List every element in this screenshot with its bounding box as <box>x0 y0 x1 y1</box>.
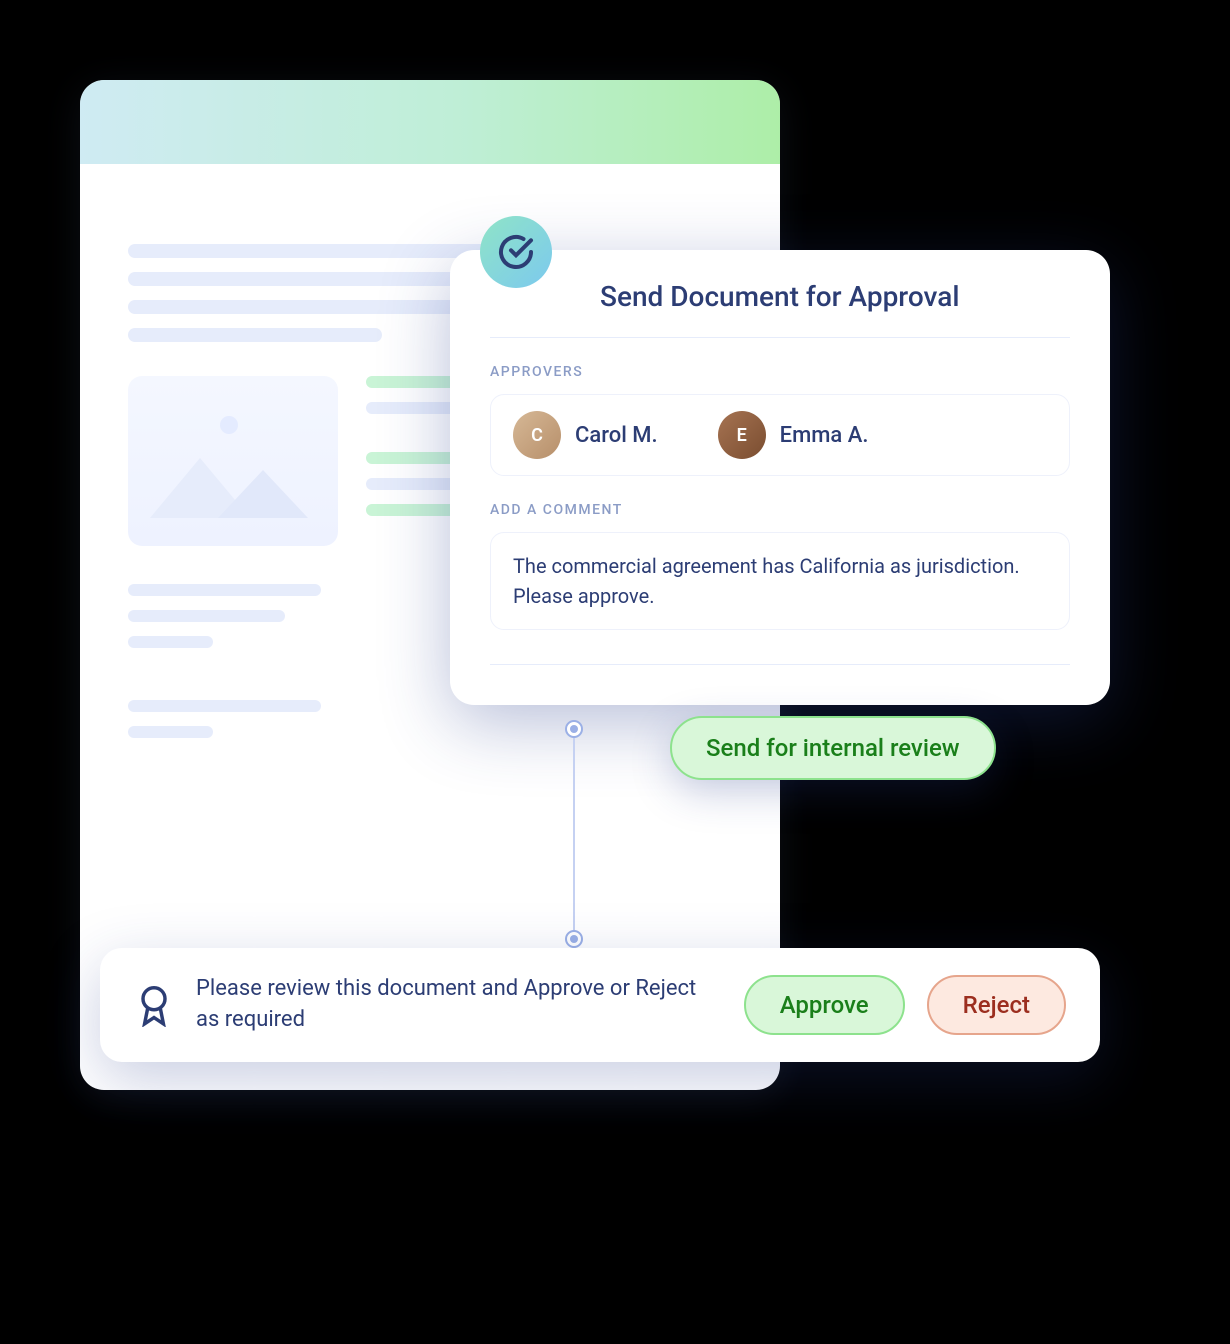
image-placeholder-icon <box>128 376 338 546</box>
modal-title: Send Document for Approval <box>490 250 1070 338</box>
send-for-approval-modal: Send Document for Approval APPROVERS C C… <box>450 250 1110 705</box>
approver-name: Carol M. <box>575 423 658 448</box>
workflow-connector <box>573 728 575 938</box>
review-prompt: Please review this document and Approve … <box>196 974 722 1036</box>
approver-name: Emma A. <box>780 423 869 448</box>
workflow-node-icon <box>565 720 583 738</box>
approvers-box[interactable]: C Carol M. E Emma A. <box>490 394 1070 476</box>
document-header-gradient <box>80 80 780 164</box>
avatar: E <box>718 411 766 459</box>
ribbon-icon <box>134 983 174 1027</box>
approver-item[interactable]: C Carol M. <box>513 411 658 459</box>
comment-label: ADD A COMMENT <box>490 502 1070 518</box>
checkmark-badge-icon <box>480 216 552 288</box>
review-action-bar: Please review this document and Approve … <box>100 948 1100 1062</box>
approver-item[interactable]: E Emma A. <box>718 411 869 459</box>
approve-button[interactable]: Approve <box>744 975 905 1035</box>
comment-input[interactable]: The commercial agreement has California … <box>490 532 1070 630</box>
approvers-label: APPROVERS <box>490 364 1070 380</box>
workflow-node-icon <box>565 930 583 948</box>
avatar: C <box>513 411 561 459</box>
send-for-review-button[interactable]: Send for internal review <box>670 716 996 780</box>
reject-button[interactable]: Reject <box>927 975 1066 1035</box>
